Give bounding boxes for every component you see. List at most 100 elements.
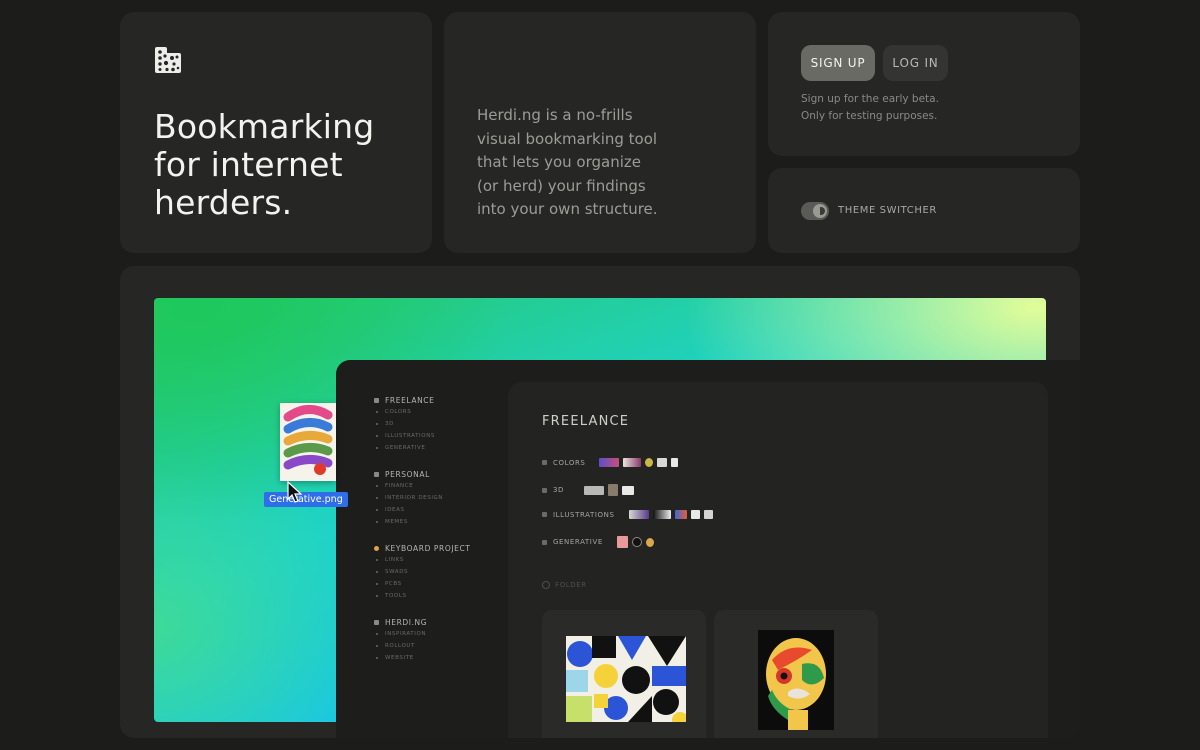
folder-icon — [374, 397, 379, 403]
app-preview-card: FREELANCE COLORS 3D ILLUSTRATIONS GENERA… — [120, 266, 1080, 738]
sidebar-item[interactable]: PCBS — [374, 578, 514, 590]
folder-panel: FREELANCE COLORS 3D ILLUSTRATIONS GENERA… — [508, 382, 1048, 738]
beta-note-line: Only for testing purposes. — [801, 109, 938, 122]
thumbnail[interactable] — [671, 458, 679, 467]
folder-row-label: COLORS — [553, 458, 586, 467]
thumbnail[interactable] — [628, 510, 649, 519]
thumbnail[interactable] — [690, 510, 700, 519]
folder-row[interactable]: ILLUSTRATIONS — [542, 510, 713, 519]
brush-strokes-thumbnail — [280, 403, 336, 481]
folder-row-label: 3D — [553, 486, 565, 494]
thumbnail-strip — [616, 536, 654, 548]
bookmark-tile[interactable] — [714, 610, 878, 738]
sign-up-button[interactable]: SIGN UP — [801, 45, 875, 81]
beta-note-line: Sign up for the early beta. — [801, 93, 939, 105]
sidebar-item[interactable]: SWADS — [374, 566, 514, 578]
description-line: (or herd) your findings — [477, 176, 646, 195]
sidebar-group-label: PERSONAL — [385, 469, 430, 479]
description-line: that lets you organize — [477, 153, 641, 171]
sidebar-item[interactable]: TOOLS — [374, 590, 514, 602]
sidebar-group-personal: PERSONAL FINANCE INTERIOR DESIGN IDEAS M… — [374, 468, 514, 528]
sidebar-group-title[interactable]: PERSONAL — [374, 468, 514, 480]
sidebar-group-label: HERDI.NG — [385, 617, 428, 627]
thumbnail-strip — [584, 484, 635, 496]
sidebar-group-title[interactable]: FREELANCE — [374, 394, 514, 406]
sidebar-item[interactable]: FINANCE — [374, 480, 514, 492]
sidebar-item[interactable]: IDEAS — [374, 504, 514, 516]
log-in-button[interactable]: LOG IN — [883, 45, 948, 81]
folder-icon — [542, 487, 547, 493]
sidebar-group-herding: HERDI.NG INSPIRATION ROLLOUT WEBSITE — [374, 616, 514, 664]
beta-note: Sign up for the early beta. Only for tes… — [801, 91, 939, 124]
bookmark-tile[interactable] — [542, 610, 706, 738]
theme-toggle[interactable] — [801, 202, 829, 220]
sidebar-item[interactable]: LINKS — [374, 554, 514, 566]
auth-card: SIGN UP LOG IN Sign up for the early bet… — [768, 12, 1080, 156]
description-line: into your own structure. — [477, 200, 658, 218]
folder-row[interactable]: GENERATIVE — [542, 536, 654, 548]
folder-icon — [542, 539, 547, 545]
hero-title-line: Bookmarking — [154, 107, 375, 146]
face-illustration-artwork — [758, 630, 834, 730]
description-text: Herdi.ng is a no-frills visual bookmarki… — [477, 104, 737, 222]
thumbnail[interactable] — [657, 458, 668, 467]
hero-card: Bookmarking for internet herders. — [120, 12, 432, 253]
sidebar-item[interactable]: MEMES — [374, 516, 514, 528]
folder-row-label: GENERATIVE — [553, 538, 603, 546]
sidebar-group-label: KEYBOARD PROJECT — [385, 543, 471, 553]
sidebar-item[interactable]: COLORS — [374, 406, 514, 418]
thumbnail[interactable] — [652, 510, 671, 519]
thumbnail[interactable] — [584, 485, 605, 495]
moon-toggle-icon — [813, 204, 827, 218]
sidebar-item[interactable]: ILLUSTRATIONS — [374, 430, 514, 442]
folder-icon — [374, 471, 379, 477]
thumbnail[interactable] — [608, 484, 619, 496]
hero-title-line: herders. — [154, 183, 293, 222]
orange-dot-icon — [374, 545, 379, 551]
thumbnail[interactable] — [645, 537, 654, 547]
sidebar-item[interactable]: ROLLOUT — [374, 640, 514, 652]
sidebar-item[interactable]: GENERATIVE — [374, 442, 514, 454]
folder-row[interactable]: 3D — [542, 484, 635, 496]
description-line: visual bookmarking tool — [477, 129, 658, 148]
thumbnail-strip — [599, 458, 679, 467]
tile-fade — [714, 734, 878, 738]
sidebar-item[interactable]: WEBSITE — [374, 652, 514, 664]
folder-icon — [374, 619, 379, 625]
sidebar-item[interactable]: INSPIRATION — [374, 628, 514, 640]
description-line: Herdi.ng is a no-frills — [477, 106, 633, 124]
folder-row[interactable]: COLORS — [542, 458, 679, 467]
folder-icon — [542, 460, 547, 465]
thumbnail[interactable] — [616, 536, 628, 548]
sidebar-group-title[interactable]: KEYBOARD PROJECT — [374, 542, 514, 554]
tile-fade — [542, 734, 706, 738]
thumbnail[interactable] — [599, 458, 620, 467]
sidebar-group-title[interactable]: HERDI.NG — [374, 616, 514, 628]
sidebar-group-freelance: FREELANCE COLORS 3D ILLUSTRATIONS GENERA… — [374, 394, 514, 454]
sidebar-group-keyboard-project: KEYBOARD PROJECT LINKS SWADS PCBS TOOLS — [374, 542, 514, 602]
sidebar-group-label: FREELANCE — [385, 395, 435, 405]
thumbnail[interactable] — [703, 510, 713, 519]
mouse-pointer-icon — [287, 481, 303, 503]
app-sidebar: FREELANCE COLORS 3D ILLUSTRATIONS GENERA… — [374, 394, 514, 678]
herd-dots-icon[interactable] — [153, 45, 183, 75]
thumbnail[interactable] — [622, 485, 635, 495]
description-card: Herdi.ng is a no-frills visual bookmarki… — [444, 12, 756, 253]
sidebar-item[interactable]: INTERIOR DESIGN — [374, 492, 514, 504]
theme-card: THEME SWITCHER — [768, 168, 1080, 253]
hero-title: Bookmarking for internet herders. — [154, 108, 374, 222]
sidebar-item[interactable]: 3D — [374, 418, 514, 430]
thumbnail[interactable] — [623, 458, 642, 467]
thumbnail[interactable] — [674, 510, 687, 519]
thumbnail[interactable] — [631, 537, 642, 547]
panel-title: FREELANCE — [542, 414, 630, 429]
folder-row-label: ILLUSTRATIONS — [553, 510, 615, 519]
abstract-shapes-artwork — [566, 636, 686, 722]
thumbnail-strip — [628, 510, 713, 519]
theme-switcher-label: THEME SWITCHER — [838, 205, 937, 216]
add-folder-button[interactable]: FOLDER — [542, 581, 587, 589]
folder-icon — [542, 512, 547, 517]
hero-title-line: for internet — [154, 145, 343, 184]
dragged-file-label: Generative.png — [264, 492, 348, 507]
thumbnail[interactable] — [645, 458, 654, 467]
